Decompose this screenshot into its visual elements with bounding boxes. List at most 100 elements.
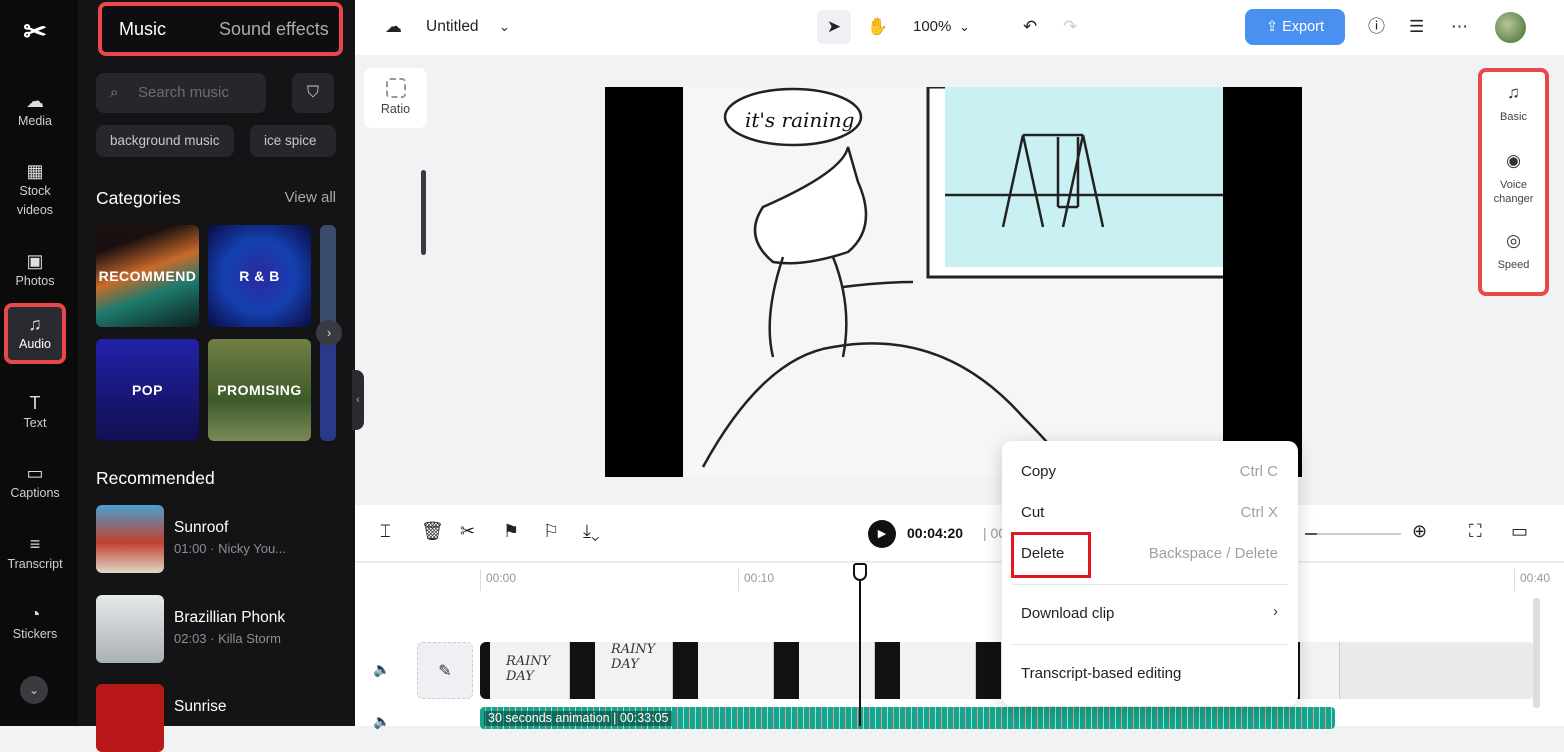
panel-scrollbar[interactable] <box>421 170 426 255</box>
image-icon: ▣ <box>26 251 44 271</box>
top-bar: ☁ Untitled ⌄ ➤ ✋ 100% ⌄ ↶ ↷ ⇪ Export ⓘ ☰… <box>355 0 1564 55</box>
rail-photos[interactable]: ▣ Photos <box>4 250 66 291</box>
track-thumbnail <box>96 595 164 663</box>
undo-icon[interactable]: ↶ <box>1023 14 1037 40</box>
avatar[interactable] <box>1495 12 1526 43</box>
timeline[interactable]: 00:00 00:10 00:40 🔈 🔈 ✎ RAINY DAY RAINY … <box>355 563 1564 729</box>
ratio-button[interactable]: Ratio <box>364 68 427 128</box>
rail-captions[interactable]: ▭ Captions <box>4 462 66 503</box>
more-icon[interactable]: ⋯ <box>1451 14 1468 40</box>
chevron-right-icon[interactable]: › <box>316 320 342 346</box>
chip-ice-spice[interactable]: ice spice <box>250 125 336 157</box>
rail-text[interactable]: T Text <box>4 392 66 433</box>
select-pointer-icon[interactable]: ➤ <box>817 10 851 44</box>
ruler-label: 00:10 <box>744 571 775 585</box>
capcut-logo-icon[interactable]: ✂ <box>18 18 52 46</box>
captions-icon: ▭ <box>26 463 44 483</box>
clip-frame: RAINY DAY <box>595 642 673 699</box>
speedometer-icon: ◎ <box>1506 231 1521 250</box>
preview-screen-icon[interactable]: ▭ <box>1511 521 1528 542</box>
search-icon: ⌕ <box>110 84 119 101</box>
menu-transcript-editing[interactable]: Transcript-based editing <box>1021 665 1181 682</box>
category-recommend[interactable]: RECOMMEND <box>96 225 199 327</box>
category-rnb[interactable]: R & B <box>208 225 311 327</box>
cartoon-illustration: it's raining <box>701 87 1223 477</box>
download-icon[interactable]: ⤓⌄ <box>583 521 599 542</box>
ruler-label: 00:00 <box>486 571 517 585</box>
rail-media[interactable]: ☁ Media <box>4 90 66 131</box>
cloud-icon[interactable]: ☁ <box>385 14 402 40</box>
category-partial-2[interactable] <box>320 339 336 441</box>
track-item[interactable]: Sunroof 01:00 · Nicky You... <box>96 505 336 573</box>
menu-delete[interactable]: Delete <box>1021 545 1064 562</box>
context-menu: Copy Ctrl C Cut Ctrl X Delete Backspace … <box>1002 441 1298 706</box>
play-button[interactable]: ▶ <box>868 520 896 548</box>
volume-icon[interactable]: 🔈 <box>373 713 390 730</box>
speed-tab[interactable]: ◎ Speed <box>1482 231 1545 272</box>
menu-cut[interactable]: Cut <box>1021 504 1044 521</box>
project-title[interactable]: Untitled <box>426 14 479 40</box>
cloud-upload-icon: ☁ <box>26 91 44 111</box>
category-partial[interactable] <box>320 225 336 327</box>
split-icon[interactable]: ⌶ <box>380 521 391 542</box>
view-all-link[interactable]: View all <box>285 189 336 206</box>
track-thumbnail <box>96 684 164 752</box>
collapse-panel-button[interactable]: ‹ <box>352 370 364 430</box>
rail-transcript[interactable]: ≡ Transcript <box>4 533 66 574</box>
ruler-label: 00:40 <box>1520 571 1551 585</box>
chip-background-music[interactable]: background music <box>96 125 234 157</box>
track-thumbnail <box>96 505 164 573</box>
menu-download-clip[interactable]: Download clip <box>1021 605 1114 622</box>
zoom-in-icon[interactable]: ⊕ <box>1412 521 1427 542</box>
track-item[interactable]: Brazillian Phonk 02:03 · Killa Storm <box>96 595 336 663</box>
left-rail: ✂ ☁ Media ▦ Stock videos ▣ Photos ♫ Audio TT… <box>0 0 78 726</box>
export-button[interactable]: ⇪ Export <box>1245 9 1345 45</box>
text-icon: T <box>29 393 41 413</box>
help-icon[interactable]: ⓘ <box>1368 14 1385 40</box>
redo-icon[interactable]: ↷ <box>1063 14 1077 40</box>
transcript-icon: ≡ <box>29 534 41 554</box>
music-note-icon: ♫ <box>1507 83 1520 102</box>
hand-icon[interactable]: ✋ <box>867 14 888 40</box>
tab-sound-effects[interactable]: Sound effects <box>219 19 329 40</box>
chevron-down-icon[interactable]: ⌄ <box>499 14 510 40</box>
layers-icon[interactable]: ☰ <box>1409 14 1424 40</box>
tab-music[interactable]: Music <box>119 19 166 40</box>
zoom-slider[interactable] <box>1305 533 1401 535</box>
chevron-down-icon[interactable]: ⌄ <box>959 14 970 40</box>
fullscreen-icon[interactable]: ⛶ <box>1469 521 1482 542</box>
recommended-heading: Recommended <box>96 468 215 488</box>
speech-bubble-text: it's raining <box>745 108 854 132</box>
chevron-down-icon[interactable]: ⌄ <box>20 676 48 704</box>
basic-tab[interactable]: ♫ Basic <box>1482 83 1545 124</box>
ratio-icon <box>385 78 406 98</box>
ai-marker-icon[interactable]: ⚑ <box>503 521 519 542</box>
pencil-icon: ✎ <box>438 663 452 680</box>
category-pop[interactable]: POP <box>96 339 199 441</box>
video-preview[interactable]: it's raining <box>605 87 1302 477</box>
menu-copy[interactable]: Copy <box>1021 463 1056 480</box>
current-time: 00:04:20 <box>907 525 964 541</box>
search-input[interactable]: ⌕ Search music <box>96 73 266 113</box>
rail-audio[interactable]: ♫ Audio <box>4 303 66 364</box>
edit-cover-button[interactable]: ✎ <box>417 642 473 699</box>
playhead[interactable] <box>853 563 867 726</box>
timeline-scrollbar[interactable] <box>1533 598 1540 708</box>
voice-icon: ◉ <box>1506 151 1521 170</box>
zoom-level[interactable]: 100% <box>913 14 951 40</box>
categories-heading: Categories <box>96 188 181 208</box>
track-item[interactable]: Sunrise <box>96 684 336 752</box>
flag-icon[interactable]: ⚐ <box>543 521 559 542</box>
rail-stickers[interactable]: ◔ Stickers <box>4 603 66 644</box>
voice-changer-tab[interactable]: ◉ Voice changer <box>1482 151 1545 206</box>
filter-button[interactable]: ⛉ <box>292 73 334 113</box>
rail-stock-videos[interactable]: ▦ Stock videos <box>4 160 66 220</box>
category-promising[interactable]: PROMISING <box>208 339 311 441</box>
volume-icon[interactable]: 🔈 <box>373 661 390 678</box>
right-properties-panel: ♫ Basic ◉ Voice changer ◎ Speed <box>1478 68 1549 296</box>
audio-tabs: Music Sound effects <box>98 2 343 56</box>
audio-clip-label: 30 seconds animation | 00:33:05 <box>484 711 673 726</box>
upload-icon: ⇪ <box>1265 19 1283 35</box>
delete-icon[interactable]: 🗑 <box>421 521 444 542</box>
remove-silence-icon[interactable]: ✂ <box>460 521 475 542</box>
